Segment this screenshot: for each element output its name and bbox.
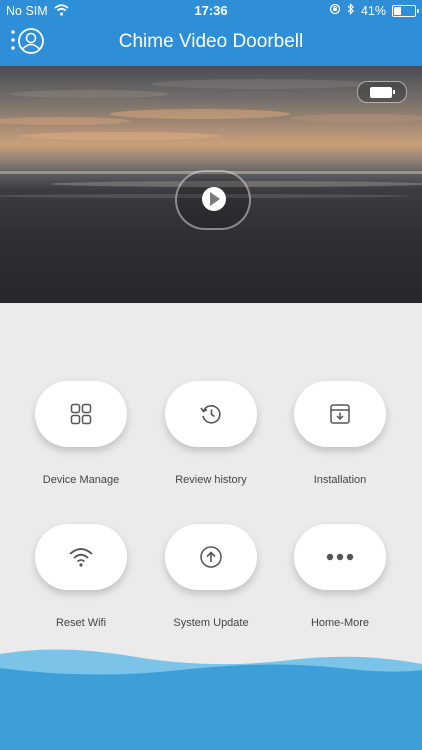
installation-label: Installation (313, 474, 367, 486)
play-icon (202, 187, 226, 211)
more-dots-icon (326, 553, 354, 561)
installation-button[interactable] (294, 381, 386, 447)
reset-wifi-button[interactable] (35, 524, 127, 590)
upload-circle-icon (200, 546, 222, 568)
wave-footer (0, 649, 422, 750)
system-update-label: System Update (173, 617, 249, 629)
play-button[interactable] (175, 170, 251, 230)
system-update-button[interactable] (165, 524, 257, 590)
wifi-icon (69, 548, 93, 567)
orientation-lock-icon (329, 3, 341, 18)
grid-icon (70, 403, 92, 425)
review-history-tile[interactable]: Review history (146, 381, 276, 486)
battery-percent: 41% (360, 3, 386, 18)
battery-fill (394, 6, 402, 15)
system-update-tile[interactable]: System Update (146, 524, 276, 629)
reset-wifi-label: Reset Wifi (55, 617, 107, 629)
home-more-label: Home-More (310, 617, 370, 629)
status-right: 41% (329, 3, 419, 18)
device-manage-button[interactable] (35, 381, 127, 447)
home-more-tile[interactable]: Home-More (275, 524, 405, 629)
battery-icon (370, 87, 395, 98)
reset-wifi-tile[interactable]: Reset Wifi (16, 524, 146, 629)
action-grid: Device Manage Review history Installatio… (0, 303, 422, 673)
camera-battery-indicator (357, 81, 407, 103)
installation-tile[interactable]: Installation (275, 381, 405, 486)
status-bar: No SIM 17:36 41% (0, 0, 422, 22)
review-history-button[interactable] (165, 381, 257, 447)
battery-icon (392, 4, 419, 17)
navigation-bar: Chime Video Doorbell (0, 22, 422, 66)
page-title: Chime Video Doorbell (118, 31, 304, 52)
download-box-icon (330, 404, 350, 424)
video-preview[interactable] (0, 66, 422, 303)
bluetooth-icon (347, 3, 355, 18)
device-manage-tile[interactable]: Device Manage (16, 381, 146, 486)
home-more-button[interactable] (294, 524, 386, 590)
review-history-label: Review history (175, 474, 247, 486)
device-manage-label: Device Manage (42, 474, 120, 486)
history-icon (200, 405, 221, 424)
